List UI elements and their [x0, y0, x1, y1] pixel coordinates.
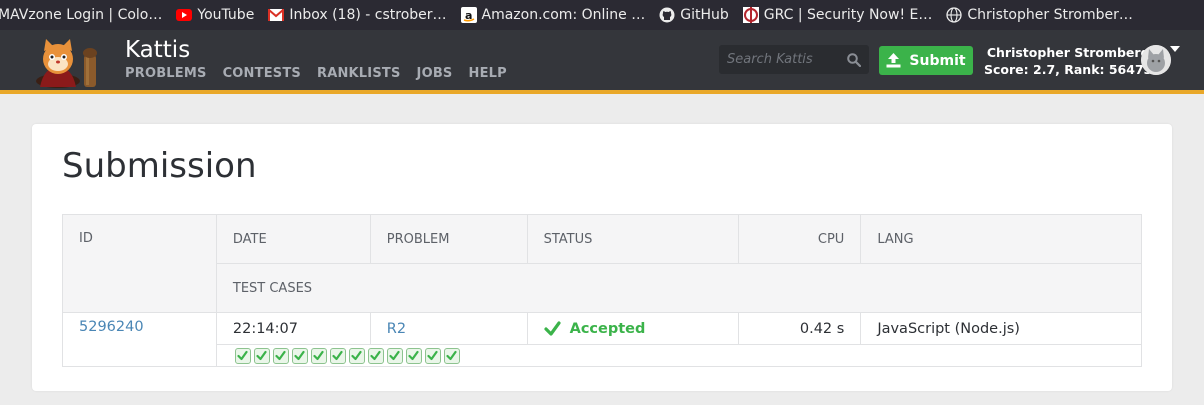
bookmark-christopher[interactable]: Christopher Stromber…: [946, 7, 1133, 23]
bookmarks-bar: MAVzone Login | Colo… YouTube Inbox (18)…: [0, 0, 1204, 30]
nav-jobs[interactable]: JOBS: [417, 66, 453, 81]
submission-table: ID DATE PROBLEM STATUS CPU LANG TEST CAS…: [62, 214, 1143, 367]
test-case-accepted-icon[interactable]: [253, 347, 270, 364]
user-info[interactable]: Christopher Stromberg Score: 2.7, Rank: …: [984, 44, 1152, 78]
bookmark-label: GitHub: [680, 7, 729, 23]
bookmark-grc[interactable]: GRC | Security Now! E…: [742, 7, 933, 23]
test-case-accepted-icon[interactable]: [348, 347, 365, 364]
bookmark-label: YouTube: [197, 7, 255, 23]
user-stats: Score: 2.7, Rank: 56473: [984, 62, 1153, 77]
test-cases-row: [63, 344, 1143, 367]
test-case-accepted-icon[interactable]: [386, 347, 403, 364]
nav-ranklists[interactable]: RANKLISTS: [317, 66, 401, 81]
col-header-date: DATE: [215, 214, 371, 264]
user-name: Christopher Stromberg: [986, 45, 1150, 60]
table-subheader-row: TEST CASES: [63, 263, 1143, 313]
submit-button[interactable]: Submit: [879, 46, 973, 75]
search-input[interactable]: [719, 45, 839, 74]
kattis-logo[interactable]: [30, 37, 110, 89]
test-case-accepted-icon[interactable]: [405, 347, 422, 364]
brand-title[interactable]: Kattis: [125, 37, 190, 63]
cell-test-cases: [215, 344, 1143, 367]
test-case-accepted-icon[interactable]: [367, 347, 384, 364]
check-icon: [544, 320, 561, 337]
col-header-id: ID: [62, 214, 217, 313]
col-header-problem: PROBLEM: [369, 214, 528, 264]
test-case-list: [234, 347, 1125, 364]
amazon-icon: a: [460, 7, 477, 23]
cell-id: 5296240: [62, 312, 217, 367]
page-title: Submission: [62, 146, 257, 186]
nav-problems[interactable]: PROBLEMS: [125, 66, 207, 81]
cell-problem: R2: [369, 312, 528, 345]
bookmark-label: Christopher Stromber…: [967, 7, 1133, 23]
bookmark-amazon[interactable]: a Amazon.com: Online …: [460, 7, 646, 23]
submit-label: Submit: [909, 52, 966, 69]
col-header-lang: LANG: [860, 214, 1142, 264]
avatar[interactable]: [1141, 45, 1171, 75]
search-box: [719, 45, 869, 74]
bookmark-label: GRC | Security Now! E…: [763, 7, 933, 23]
test-case-accepted-icon[interactable]: [424, 347, 441, 364]
cell-lang: JavaScript (Node.js): [860, 312, 1142, 345]
col-header-test-cases: TEST CASES: [215, 263, 1143, 313]
test-case-accepted-icon[interactable]: [234, 347, 251, 364]
bookmark-label: MAVzone Login | Colo…: [0, 7, 163, 23]
bookmark-label: Amazon.com: Online …: [481, 7, 646, 23]
test-case-accepted-icon[interactable]: [272, 347, 289, 364]
table-row: 5296240 22:14:07 R2 Accepted 0.42 s Java…: [62, 312, 1142, 367]
site-header: Kattis PROBLEMS CONTESTS RANKLISTS JOBS …: [0, 30, 1204, 90]
grc-icon: [742, 7, 759, 23]
test-case-accepted-icon[interactable]: [310, 347, 327, 364]
status-badge: Accepted: [544, 320, 723, 337]
upload-icon: [886, 53, 901, 68]
nav-help[interactable]: HELP: [469, 66, 507, 81]
submission-id-link[interactable]: 5296240: [79, 319, 144, 335]
chevron-down-icon[interactable]: [1170, 46, 1180, 52]
cell-cpu: 0.42 s: [738, 312, 862, 345]
test-case-accepted-icon[interactable]: [291, 347, 308, 364]
bookmark-youtube[interactable]: YouTube: [176, 7, 254, 23]
col-header-cpu: CPU: [738, 214, 862, 264]
globe-icon: [946, 7, 963, 23]
submission-card: Submission ID DATE PROBLEM STATUS CPU LA…: [32, 124, 1172, 391]
bookmark-mavzone[interactable]: MAVzone Login | Colo…: [0, 7, 162, 23]
search-icon[interactable]: [847, 52, 862, 68]
bookmark-github[interactable]: GitHub: [659, 7, 729, 23]
status-text: Accepted: [569, 320, 646, 337]
bookmark-label: Inbox (18) - cstrober…: [289, 7, 447, 23]
main-nav: PROBLEMS CONTESTS RANKLISTS JOBS HELP: [125, 66, 523, 81]
test-case-accepted-icon[interactable]: [443, 347, 460, 364]
github-icon: [659, 7, 675, 23]
table-header-row: ID DATE PROBLEM STATUS CPU LANG: [62, 214, 1142, 313]
problem-link[interactable]: R2: [387, 321, 406, 337]
nav-contests[interactable]: CONTESTS: [223, 66, 301, 81]
gmail-icon: [268, 7, 285, 23]
youtube-icon: [176, 7, 193, 23]
cell-date: 22:14:07: [215, 312, 371, 345]
col-header-status: STATUS: [526, 214, 740, 264]
bookmark-gmail[interactable]: Inbox (18) - cstrober…: [268, 7, 447, 23]
test-case-accepted-icon[interactable]: [329, 347, 346, 364]
cell-status: Accepted: [526, 312, 740, 345]
